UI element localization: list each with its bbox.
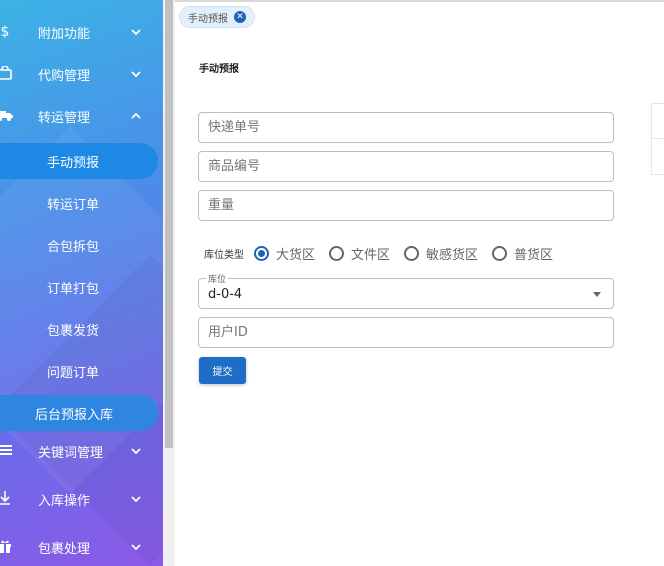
truck-icon — [0, 108, 14, 125]
sub-item-merge-split[interactable]: 合包拆包 — [0, 227, 158, 263]
radio-unchecked-icon — [492, 245, 508, 261]
submit-button[interactable]: 提交 — [199, 357, 246, 384]
nav-item-label: 入库操作 — [38, 493, 91, 509]
radio-unchecked-icon — [329, 245, 345, 261]
nav-item-forwarding[interactable]: 转运管理 — [0, 98, 163, 134]
page-title: 手动预报 — [199, 64, 239, 75]
nav-item-addons[interactable]: $ 附加功能 — [0, 14, 163, 50]
sub-item-label: 转运订单 — [47, 197, 100, 213]
sub-item-parcel-shipping[interactable]: 包裹发货 — [0, 311, 158, 347]
sub-item-order-packing[interactable]: 订单打包 — [0, 269, 158, 305]
dropdown-arrow-icon — [593, 292, 601, 297]
close-icon[interactable]: ✕ — [234, 11, 246, 23]
nav-item-purchasing[interactable]: 代购管理 — [0, 56, 163, 92]
chevron-up-icon — [131, 112, 141, 119]
sub-item-problem-orders[interactable]: 问题订单 — [0, 353, 158, 389]
right-edge-panel — [651, 103, 664, 175]
radio-unchecked-icon — [404, 245, 420, 261]
sub-item-label: 问题订单 — [47, 365, 100, 381]
nav-item-label: 附加功能 — [38, 26, 91, 42]
sub-item-label: 手动预报 — [47, 155, 100, 171]
nav-item-parcels[interactable]: 包裹处理 — [0, 529, 163, 565]
tab-label: 手动预报 — [188, 13, 228, 25]
sub-item-label: 包裹发货 — [47, 323, 100, 339]
location-select-value: d-0-4 — [208, 287, 243, 302]
gift-icon — [0, 539, 14, 556]
tracking-number-input[interactable] — [198, 112, 614, 143]
sidebar-scrollbar-thumb[interactable] — [165, 0, 173, 448]
product-number-input[interactable] — [198, 151, 614, 182]
sub-item-label: 订单打包 — [47, 281, 100, 297]
radio-checked-icon — [254, 245, 269, 261]
nav-item-label: 关键词管理 — [38, 445, 104, 461]
sub-item-manual-forecast[interactable]: 手动预报 — [0, 143, 158, 179]
sub-item-label: 合包拆包 — [47, 239, 100, 255]
chevron-down-icon — [131, 496, 141, 503]
shopping-bag-icon — [0, 64, 14, 83]
radio-option-bulk[interactable]: 大货区 — [254, 244, 315, 263]
nav-item-keywords[interactable]: 关键词管理 — [0, 433, 163, 469]
download-arrow-icon — [0, 490, 14, 509]
sidebar: $ 附加功能 代购管理 转运管理 手动预报 转运订单 合包拆包 订单打包 包裹发… — [0, 0, 163, 566]
nav-item-label: 代购管理 — [38, 68, 91, 84]
dollar-icon: $ — [0, 24, 10, 40]
radio-option-documents[interactable]: 文件区 — [329, 244, 390, 263]
radio-option-label: 大货区 — [276, 247, 316, 263]
nav-item-label: 转运管理 — [38, 110, 91, 126]
weight-input[interactable] — [198, 190, 614, 221]
sub-item-forwarding-orders[interactable]: 转运订单 — [0, 185, 158, 221]
radio-option-general[interactable]: 普货区 — [492, 244, 553, 263]
chevron-down-icon — [131, 71, 141, 78]
topbar-divider — [175, 0, 664, 2]
warehouse-type-radio-group: 库位类型 大货区 文件区 敏感货区 普货区 — [204, 242, 567, 264]
tab-manual-forecast[interactable]: 手动预报 ✕ — [179, 6, 255, 28]
sub-item-backend-forecast-inbound[interactable]: 后台预报入库 — [0, 395, 158, 431]
location-select-label: 库位 — [206, 272, 229, 285]
chevron-down-icon — [131, 29, 141, 36]
radio-option-label: 敏感货区 — [426, 247, 479, 263]
location-select[interactable]: d-0-4 — [198, 278, 614, 309]
menu-icon — [0, 444, 14, 459]
nav-item-inbound[interactable]: 入库操作 — [0, 481, 163, 517]
chevron-down-icon — [131, 448, 141, 455]
radio-option-label: 普货区 — [514, 247, 554, 263]
nav-item-label: 包裹处理 — [38, 541, 91, 557]
user-id-input[interactable] — [198, 317, 614, 348]
radio-option-sensitive[interactable]: 敏感货区 — [404, 244, 478, 263]
sub-item-label: 后台预报入库 — [35, 407, 114, 423]
warehouse-type-label: 库位类型 — [204, 249, 244, 261]
radio-option-label: 文件区 — [351, 247, 391, 263]
chevron-down-icon — [131, 544, 141, 551]
